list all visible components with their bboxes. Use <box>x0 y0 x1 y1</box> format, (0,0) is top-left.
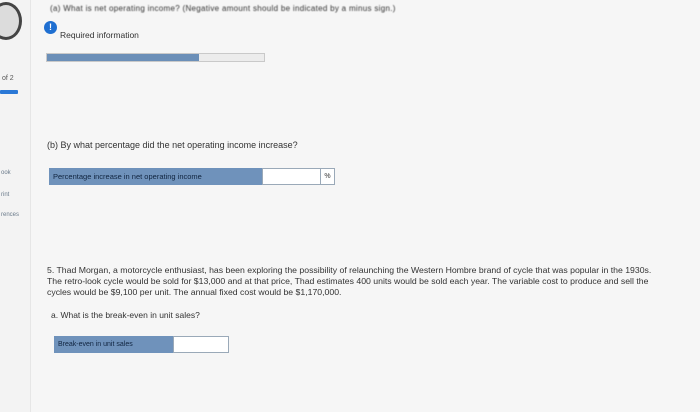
left-sidebar: of 2 ook rint rences <box>0 0 31 412</box>
question-header-cut-off: (a) What is net operating income? (Negat… <box>50 4 396 13</box>
sidebar-link-print[interactable]: rint <box>1 192 9 198</box>
percent-unit: % <box>321 168 335 185</box>
info-alert-icon[interactable]: ! <box>44 21 57 34</box>
question-counter: of 2 <box>2 75 14 82</box>
question-a-text: a. What is the break-even in unit sales? <box>51 310 200 320</box>
problem-5-text: 5. Thad Morgan, a motorcycle enthusiast,… <box>47 265 652 297</box>
sidebar-progress-indicator <box>0 90 18 94</box>
break-even-label: Break-even in unit sales <box>54 336 173 353</box>
percentage-increase-row: Percentage increase in net operating inc… <box>49 168 335 185</box>
top-progress-fill <box>47 54 199 61</box>
required-information-link[interactable]: Required information <box>60 30 139 40</box>
percentage-increase-input[interactable] <box>262 168 321 185</box>
percentage-increase-label: Percentage increase in net operating inc… <box>49 168 262 185</box>
question-badge-icon <box>0 2 22 40</box>
break-even-row: Break-even in unit sales <box>54 336 229 353</box>
break-even-input[interactable] <box>173 336 229 353</box>
question-b-text: (b) By what percentage did the net opera… <box>47 140 298 150</box>
top-progress-bar <box>46 53 265 62</box>
sidebar-link-ebook[interactable]: ook <box>1 170 11 176</box>
sidebar-link-references[interactable]: rences <box>1 212 19 218</box>
